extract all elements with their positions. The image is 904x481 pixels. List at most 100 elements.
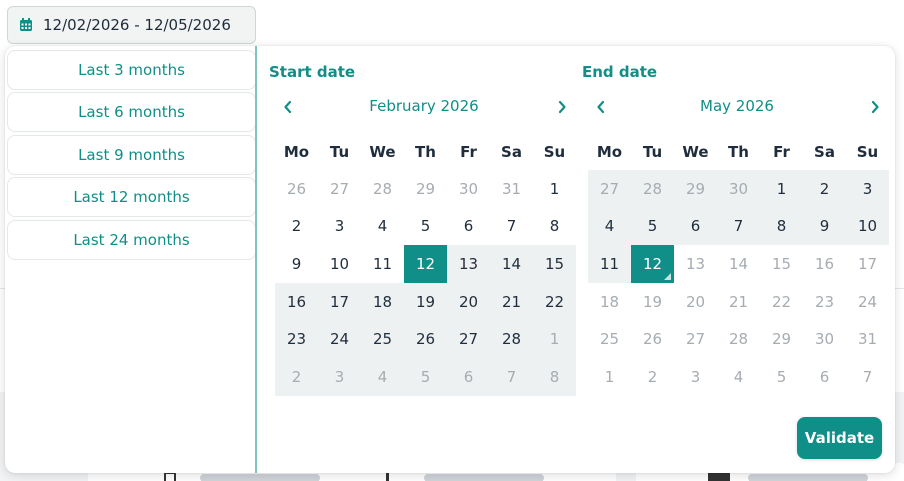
day-cell[interactable]: 1 [760, 170, 803, 208]
weekday-label: Th [728, 143, 749, 161]
day-cell[interactable]: 7 [717, 207, 760, 246]
end-weekday-header: Mo Tu We Th Fr Sa Su [588, 134, 889, 170]
day-cell[interactable]: 18 [588, 283, 631, 321]
day-cell[interactable]: 11 [588, 245, 631, 283]
day-cell[interactable]: 13 [447, 245, 490, 283]
day-cell[interactable]: 31 [490, 170, 533, 208]
start-selected-day[interactable]: 12 [404, 245, 447, 283]
day-cell[interactable]: 24 [318, 320, 361, 358]
preset-list: Last 3 months Last 6 months Last 9 month… [5, 46, 256, 473]
weekday-label: Mo [596, 143, 623, 161]
day-cell[interactable]: 19 [631, 283, 674, 321]
day-cell[interactable]: 11 [361, 245, 404, 283]
day-cell[interactable]: 27 [318, 170, 361, 208]
day-cell[interactable]: 29 [760, 320, 803, 358]
day-cell[interactable]: 20 [447, 282, 490, 321]
day-cell[interactable]: 5 [404, 357, 447, 396]
day-cell[interactable]: 6 [674, 207, 717, 246]
day-cell[interactable]: 21 [717, 283, 760, 321]
day-cell[interactable]: 19 [404, 282, 447, 321]
day-cell[interactable]: 31 [846, 320, 889, 358]
day-cell[interactable]: 17 [846, 245, 889, 283]
day-cell[interactable]: 16 [275, 282, 318, 321]
start-week-row: 23 24 25 26 27 28 1 [275, 320, 576, 358]
date-range-input[interactable]: 12/02/2026 - 12/05/2026 [7, 6, 256, 44]
day-cell[interactable]: 6 [447, 357, 490, 396]
day-cell[interactable]: 15 [760, 245, 803, 283]
day-cell[interactable]: 23 [275, 320, 318, 358]
day-cell[interactable]: 21 [490, 282, 533, 321]
end-selected-day[interactable]: 12 [631, 245, 674, 283]
day-cell[interactable]: 22 [533, 282, 576, 321]
end-week-row: 1234567 [588, 358, 889, 396]
validate-button[interactable]: Validate [797, 417, 882, 459]
day-cell[interactable]: 30 [717, 170, 760, 208]
day-cell[interactable]: 14 [717, 245, 760, 283]
day-cell[interactable]: 5 [760, 358, 803, 396]
day-cell[interactable]: 29 [404, 170, 447, 208]
day-cell[interactable]: 30 [803, 320, 846, 358]
day-cell[interactable]: 16 [803, 245, 846, 283]
day-cell[interactable]: 4 [588, 207, 631, 246]
day-cell[interactable]: 25 [361, 320, 404, 358]
day-cell[interactable]: 18 [361, 282, 404, 321]
day-cell[interactable]: 8 [533, 208, 576, 246]
day-cell[interactable]: 10 [318, 245, 361, 283]
day-cell[interactable]: 3 [318, 357, 361, 396]
preset-last-12-months[interactable]: Last 12 months [7, 177, 256, 217]
day-cell[interactable]: 28 [717, 320, 760, 358]
day-cell[interactable]: 28 [361, 170, 404, 208]
day-cell[interactable]: 7 [846, 358, 889, 396]
day-cell[interactable]: 3 [846, 170, 889, 208]
preset-last-9-months[interactable]: Last 9 months [7, 135, 256, 175]
end-next-month-button[interactable] [862, 94, 888, 120]
day-cell[interactable]: 3 [674, 358, 717, 396]
background-icon [386, 472, 390, 481]
day-cell[interactable]: 2 [275, 357, 318, 396]
day-cell[interactable]: 4 [717, 358, 760, 396]
day-cell[interactable]: 3 [318, 208, 361, 246]
preset-last-24-months[interactable]: Last 24 months [7, 220, 256, 260]
day-cell[interactable]: 5 [404, 208, 447, 246]
day-cell[interactable]: 2 [631, 358, 674, 396]
day-cell[interactable]: 8 [533, 357, 576, 396]
day-cell[interactable]: 6 [447, 208, 490, 246]
day-cell[interactable]: 2 [803, 170, 846, 208]
day-cell[interactable]: 1 [533, 170, 576, 208]
day-cell[interactable]: 27 [588, 170, 631, 208]
day-cell[interactable]: 1 [588, 358, 631, 396]
day-cell[interactable]: 13 [674, 245, 717, 283]
day-cell[interactable]: 10 [846, 207, 889, 246]
day-cell[interactable]: 6 [803, 358, 846, 396]
start-next-month-button[interactable] [549, 94, 575, 120]
day-cell[interactable]: 29 [674, 170, 717, 208]
day-cell[interactable]: 9 [803, 207, 846, 246]
day-cell[interactable]: 9 [275, 245, 318, 283]
day-cell[interactable]: 20 [674, 283, 717, 321]
preset-last-3-months[interactable]: Last 3 months [7, 50, 256, 90]
day-cell[interactable]: 17 [318, 282, 361, 321]
day-cell[interactable]: 7 [490, 357, 533, 396]
day-cell[interactable]: 26 [275, 170, 318, 208]
preset-last-6-months[interactable]: Last 6 months [7, 92, 256, 132]
day-cell[interactable]: 4 [361, 208, 404, 246]
day-cell[interactable]: 27 [674, 320, 717, 358]
day-cell[interactable]: 2 [275, 208, 318, 246]
day-cell[interactable]: 28 [631, 170, 674, 208]
day-cell[interactable]: 15 [533, 245, 576, 283]
day-cell[interactable]: 7 [490, 208, 533, 246]
day-cell[interactable]: 30 [447, 170, 490, 208]
day-cell[interactable]: 5 [631, 207, 674, 246]
day-cell[interactable]: 22 [760, 283, 803, 321]
day-cell[interactable]: 28 [490, 320, 533, 358]
day-cell[interactable]: 1 [533, 320, 576, 358]
day-cell[interactable]: 26 [404, 320, 447, 358]
day-cell[interactable]: 27 [447, 320, 490, 358]
day-cell[interactable]: 8 [760, 207, 803, 246]
day-cell[interactable]: 26 [631, 320, 674, 358]
day-cell[interactable]: 25 [588, 320, 631, 358]
day-cell[interactable]: 24 [846, 283, 889, 321]
day-cell[interactable]: 4 [361, 357, 404, 396]
day-cell[interactable]: 14 [490, 245, 533, 283]
day-cell[interactable]: 23 [803, 283, 846, 321]
